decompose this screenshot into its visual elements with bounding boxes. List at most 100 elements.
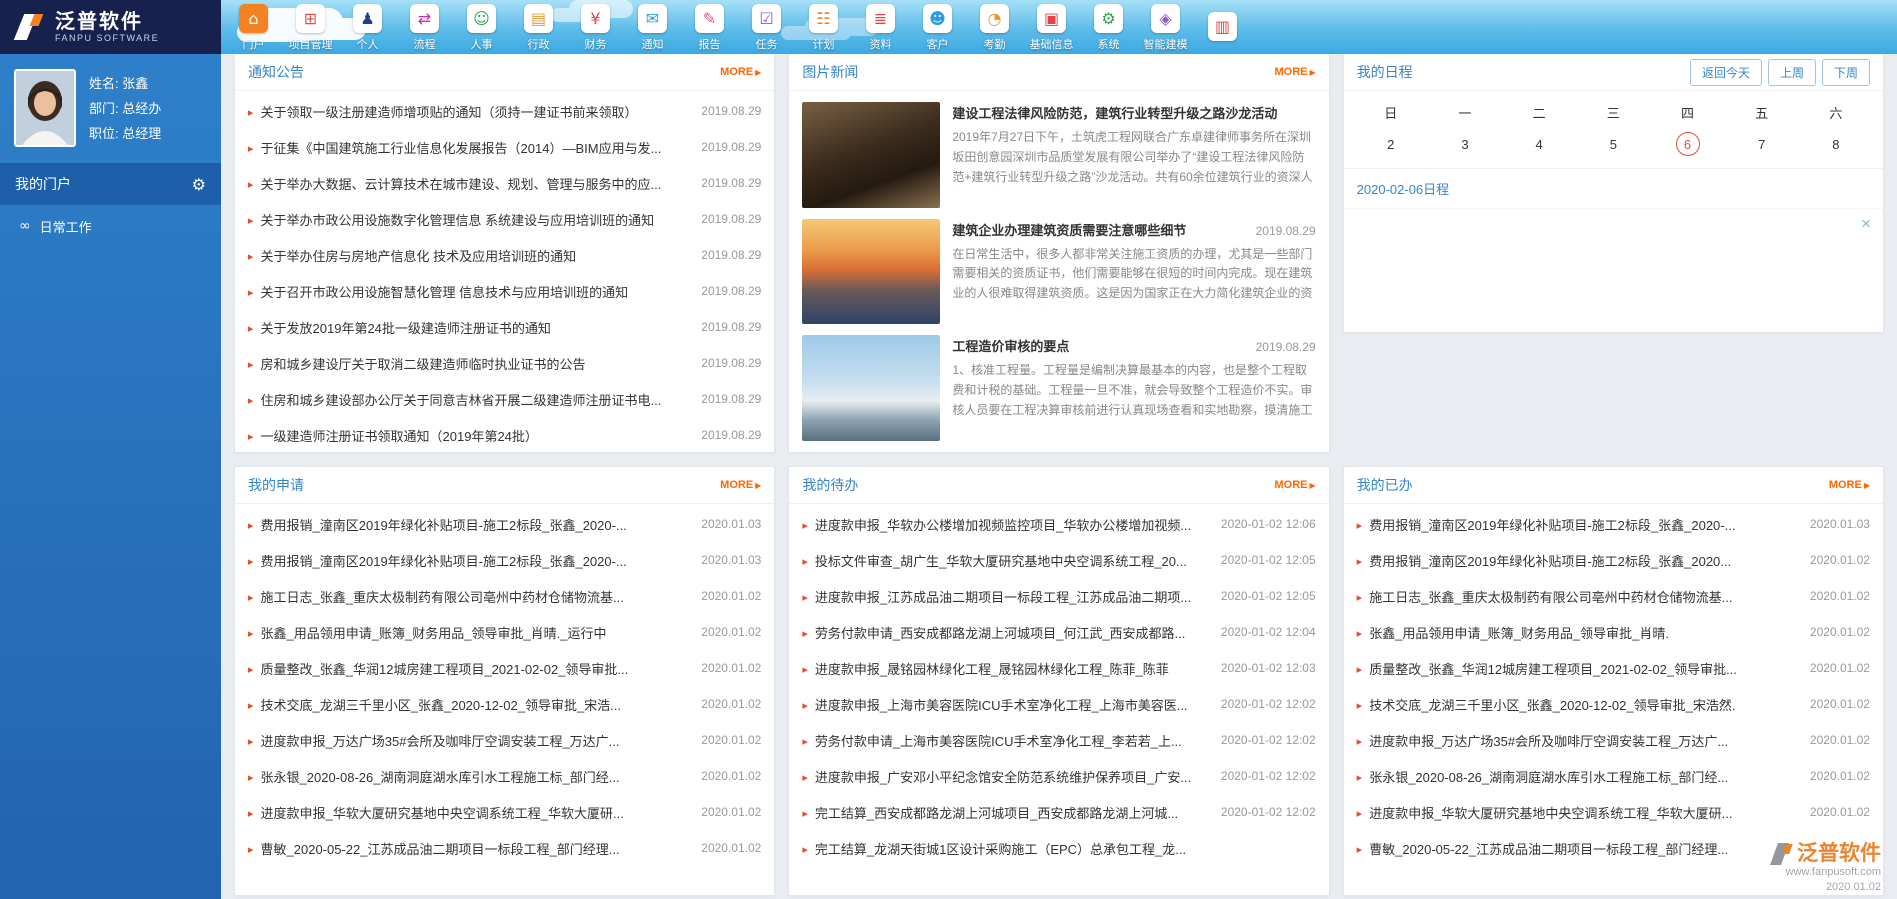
application-item[interactable]: 费用报销_潼南区2019年绿化补贴项目-施工2标段_张鑫_2020-... 20… — [235, 506, 774, 542]
notice-date: 2019.08.29 — [701, 320, 762, 334]
logo-subtitle: FANPU SOFTWARE — [55, 33, 160, 43]
todo-item[interactable]: 进度款申报_江苏成品油二期项目一标段工程_江苏成品油二期项... 2020-01… — [789, 578, 1328, 614]
more-link[interactable]: MORE — [720, 66, 761, 78]
topnav-item[interactable]: ◈ 智能建模 — [1137, 4, 1194, 52]
topnav-item[interactable]: ⊞ 项目管理 — [282, 4, 339, 52]
application-date: 2020.01.02 — [701, 769, 762, 783]
application-item[interactable]: 进度款申报_华软大厦研究基地中央空调系统工程_华软大厦研... 2020.01.… — [235, 794, 774, 830]
notice-date: 2019.08.29 — [701, 428, 762, 442]
topnav-item[interactable]: ⌂ 门户 — [225, 4, 282, 52]
notice-item[interactable]: 关于召开市政公用设施智慧化管理 信息技术与应用培训班的通知 2019.08.29 — [235, 273, 774, 309]
notice-item[interactable]: 房和城乡建设厅关于取消二级建造师临时执业证书的公告 2019.08.29 — [235, 345, 774, 381]
close-icon[interactable] — [1861, 215, 1871, 232]
notice-item[interactable]: 于征集《中国建筑施工行业信息化发展报告（2014）—BIM应用与发... 201… — [235, 129, 774, 165]
application-item[interactable]: 技术交底_龙湖三千里小区_张鑫_2020-12-02_领导审批_宋浩... 20… — [235, 686, 774, 722]
application-item[interactable]: 进度款申报_万达广场35#会所及咖啡厅空调安装工程_万达广... 2020.01… — [235, 722, 774, 758]
news-summary: 1、核准工程量。工程量是编制决算最基本的内容，也是整个工程取费和计税的基础。工程… — [952, 363, 1313, 423]
notice-text: 一级建造师注册证书领取通知（2019年第24批） — [260, 428, 538, 444]
more-link[interactable]: MORE — [1275, 479, 1316, 491]
calendar-day[interactable]: 5 — [1576, 132, 1650, 156]
todo-item[interactable]: 劳务付款申请_西安成都路龙湖上河城项目_何江武_西安成都路... 2020-01… — [789, 614, 1328, 650]
calendar-day[interactable]: 4 — [1502, 132, 1576, 156]
done-item[interactable]: 张鑫_用品领用申请_账簿_财务用品_领导审批_肖晴. 2020.01.02 — [1344, 614, 1883, 650]
prev-week-button[interactable]: 上周 — [1767, 58, 1816, 86]
done-item[interactable]: 进度款申报_华软大厦研究基地中央空调系统工程_华软大厦研... 2020.01.… — [1344, 794, 1883, 830]
topnav-item[interactable]: ☷ 计划 — [795, 4, 852, 52]
todo-item[interactable]: 进度款申报_晟铭园林绿化工程_晟铭园林绿化工程_陈菲_陈菲 2020-01-02… — [789, 650, 1328, 686]
done-item[interactable]: 费用报销_潼南区2019年绿化补贴项目-施工2标段_张鑫_2020... 202… — [1344, 542, 1883, 578]
topnav-item[interactable]: ☻ 客户 — [909, 4, 966, 52]
notice-item[interactable]: 关于举办市政公用设施数字化管理信息 系统建设与应用培训班的通知 2019.08.… — [235, 201, 774, 237]
topnav-item[interactable]: ⚙ 系统 — [1080, 4, 1137, 52]
application-item[interactable]: 张鑫_用品领用申请_账簿_财务用品_领导审批_肖晴._运行中 2020.01.0… — [235, 614, 774, 650]
topnav-item[interactable]: ✎ 报告 — [681, 4, 738, 52]
next-week-button[interactable]: 下周 — [1821, 58, 1870, 86]
gear-icon[interactable] — [192, 175, 206, 194]
topnav-item[interactable]: ⇄ 流程 — [396, 4, 453, 52]
application-item[interactable]: 曹敏_2020-05-22_江苏成品油二期项目一标段工程_部门经理... 202… — [235, 830, 774, 866]
topnav-item[interactable]: ▥ — [1194, 12, 1251, 44]
topnav-item[interactable]: ☑ 任务 — [738, 4, 795, 52]
calendar-day[interactable]: 2 — [1354, 132, 1428, 156]
calendar-day-number: 8 — [1832, 136, 1840, 152]
done-item[interactable]: 质量整改_张鑫_华润12城房建工程项目_2021-02-02_领导审批... 2… — [1344, 650, 1883, 686]
topnav-item[interactable]: ▣ 基础信息 — [1023, 4, 1080, 52]
todo-item[interactable]: 劳务付款申请_上海市美容医院ICU手术室净化工程_李若若_上... 2020-0… — [789, 722, 1328, 758]
notice-item[interactable]: 关于举办大数据、云计算技术在城市建设、规划、管理与服务中的应... 2019.0… — [235, 165, 774, 201]
news-item[interactable]: 建筑企业办理建筑资质需要注意哪些细节 2019.08.29 在日常生活中，很多人… — [802, 218, 1316, 325]
todo-item[interactable]: 完工结算_龙湖天街城1区设计采购施工（EPC）总承包工程_龙... — [789, 830, 1328, 866]
notice-item[interactable]: 关于领取一级注册建造师增项贴的通知（须持一建证书前来领取） 2019.08.29 — [235, 93, 774, 129]
calendar-day[interactable]: 3 — [1428, 132, 1502, 156]
sidebar-portal-header[interactable]: 我的门户 — [0, 163, 221, 205]
todo-date: 2020-01-02 12:02 — [1220, 805, 1316, 819]
topnav-item[interactable]: ◔ 考勤 — [966, 4, 1023, 52]
calendar-day[interactable]: 8 — [1799, 132, 1873, 156]
application-text: 技术交底_龙湖三千里小区_张鑫_2020-12-02_领导审批_宋浩... — [260, 697, 622, 713]
topnav-item[interactable]: ≣ 资料 — [852, 4, 909, 52]
notice-item[interactable]: 关于举办住房与房地产信息化 技术及应用培训班的通知 2019.08.29 — [235, 237, 774, 273]
topnav-item[interactable]: ▤ 行政 — [510, 4, 567, 52]
topnav-item[interactable]: ✉ 通知 — [624, 4, 681, 52]
application-item[interactable]: 张永银_2020-08-26_湖南洞庭湖水库引水工程施工标_部门经... 202… — [235, 758, 774, 794]
todo-item[interactable]: 进度款申报_华软办公楼增加视频监控项目_华软办公楼增加视频... 2020-01… — [789, 506, 1328, 542]
done-item[interactable]: 曹敏_2020-05-22_江苏成品油二期项目一标段工程_部门经理... — [1344, 830, 1883, 866]
logo-title: 泛普软件 — [55, 11, 143, 33]
done-item[interactable]: 进度款申报_万达广场35#会所及咖啡厅空调安装工程_万达广... 2020.01… — [1344, 722, 1883, 758]
notice-item[interactable]: 住房和城乡建设部办公厅关于同意吉林省开展二级建造师注册证书电... 2019.0… — [235, 381, 774, 417]
todo-item[interactable]: 投标文件审查_胡广生_华软大厦研究基地中央空调系统工程_20... 2020-0… — [789, 542, 1328, 578]
calendar-day[interactable]: 6 — [1650, 132, 1724, 156]
more-link[interactable]: MORE — [1829, 479, 1870, 491]
notice-item[interactable]: 关于发放2019年第24批一级建造师注册证书的通知 2019.08.29 — [235, 309, 774, 345]
todo-item[interactable]: 进度款申报_广安邓小平纪念馆安全防范系统维护保养项目_广安... 2020-01… — [789, 758, 1328, 794]
notice-item[interactable]: 一级建造师注册证书领取通知（2019年第24批） 2019.08.29 — [235, 417, 774, 452]
more-link[interactable]: MORE — [1275, 66, 1316, 78]
logo-mark-icon — [12, 11, 46, 43]
application-text: 张鑫_用品领用申请_账簿_财务用品_领导审批_肖晴._运行中 — [260, 625, 607, 641]
calendar-day[interactable]: 7 — [1725, 132, 1799, 156]
todo-date: 2020-01-02 12:02 — [1220, 733, 1316, 747]
profile-dept: 部门: 总经办 — [89, 100, 162, 116]
news-item[interactable]: 建设工程法律风险防范，建筑行业转型升级之路沙龙活动 2019年7月27日下午，土… — [802, 102, 1315, 208]
topnav-item[interactable]: ☺ 人事 — [453, 4, 510, 52]
todo-item[interactable]: 进度款申报_上海市美容医院ICU手术室净化工程_上海市美容医... 2020-0… — [789, 686, 1328, 722]
done-item[interactable]: 费用报销_潼南区2019年绿化补贴项目-施工2标段_张鑫_2020-... 20… — [1344, 506, 1883, 542]
bullet-arrow-icon — [248, 517, 261, 532]
news-item[interactable]: 工程造价审核的要点 2019.08.29 1、核准工程量。工程量是编制决算最基本… — [802, 335, 1316, 442]
application-item[interactable]: 费用报销_潼南区2019年绿化补贴项目-施工2标段_张鑫_2020-... 20… — [235, 542, 774, 578]
bullet-arrow-icon — [1357, 841, 1370, 856]
topnav-item[interactable]: ¥ 财务 — [567, 4, 624, 52]
todo-item[interactable]: 完工结算_西安成都路龙湖上河城项目_西安成都路龙湖上河城... 2020-01-… — [789, 794, 1328, 830]
notice-date: 2019.08.29 — [701, 284, 762, 298]
notice-text: 关于发放2019年第24批一级建造师注册证书的通知 — [260, 320, 551, 336]
done-text: 费用报销_潼南区2019年绿化补贴项目-施工2标段_张鑫_2020-... — [1369, 517, 1736, 533]
back-to-today-button[interactable]: 返回今天 — [1689, 58, 1762, 86]
done-item[interactable]: 施工日志_张鑫_重庆太极制药有限公司亳州中药材仓储物流基... 2020.01.… — [1344, 578, 1883, 614]
done-item[interactable]: 技术交底_龙湖三千里小区_张鑫_2020-12-02_领导审批_宋浩然. 202… — [1344, 686, 1883, 722]
more-link[interactable]: MORE — [720, 479, 761, 491]
done-item[interactable]: 张永银_2020-08-26_湖南洞庭湖水库引水工程施工标_部门经... 202… — [1344, 758, 1883, 794]
application-item[interactable]: 质量整改_张鑫_华润12城房建工程项目_2021-02-02_领导审批... 2… — [235, 650, 774, 686]
application-item[interactable]: 施工日志_张鑫_重庆太极制药有限公司亳州中药材仓储物流基... 2020.01.… — [235, 578, 774, 614]
topnav-item[interactable]: ♟ 个人 — [339, 4, 396, 52]
sidebar-item-daily-work[interactable]: 日常工作 — [0, 205, 221, 247]
applications-list: 费用报销_潼南区2019年绿化补贴项目-施工2标段_张鑫_2020-... 20… — [235, 504, 774, 895]
